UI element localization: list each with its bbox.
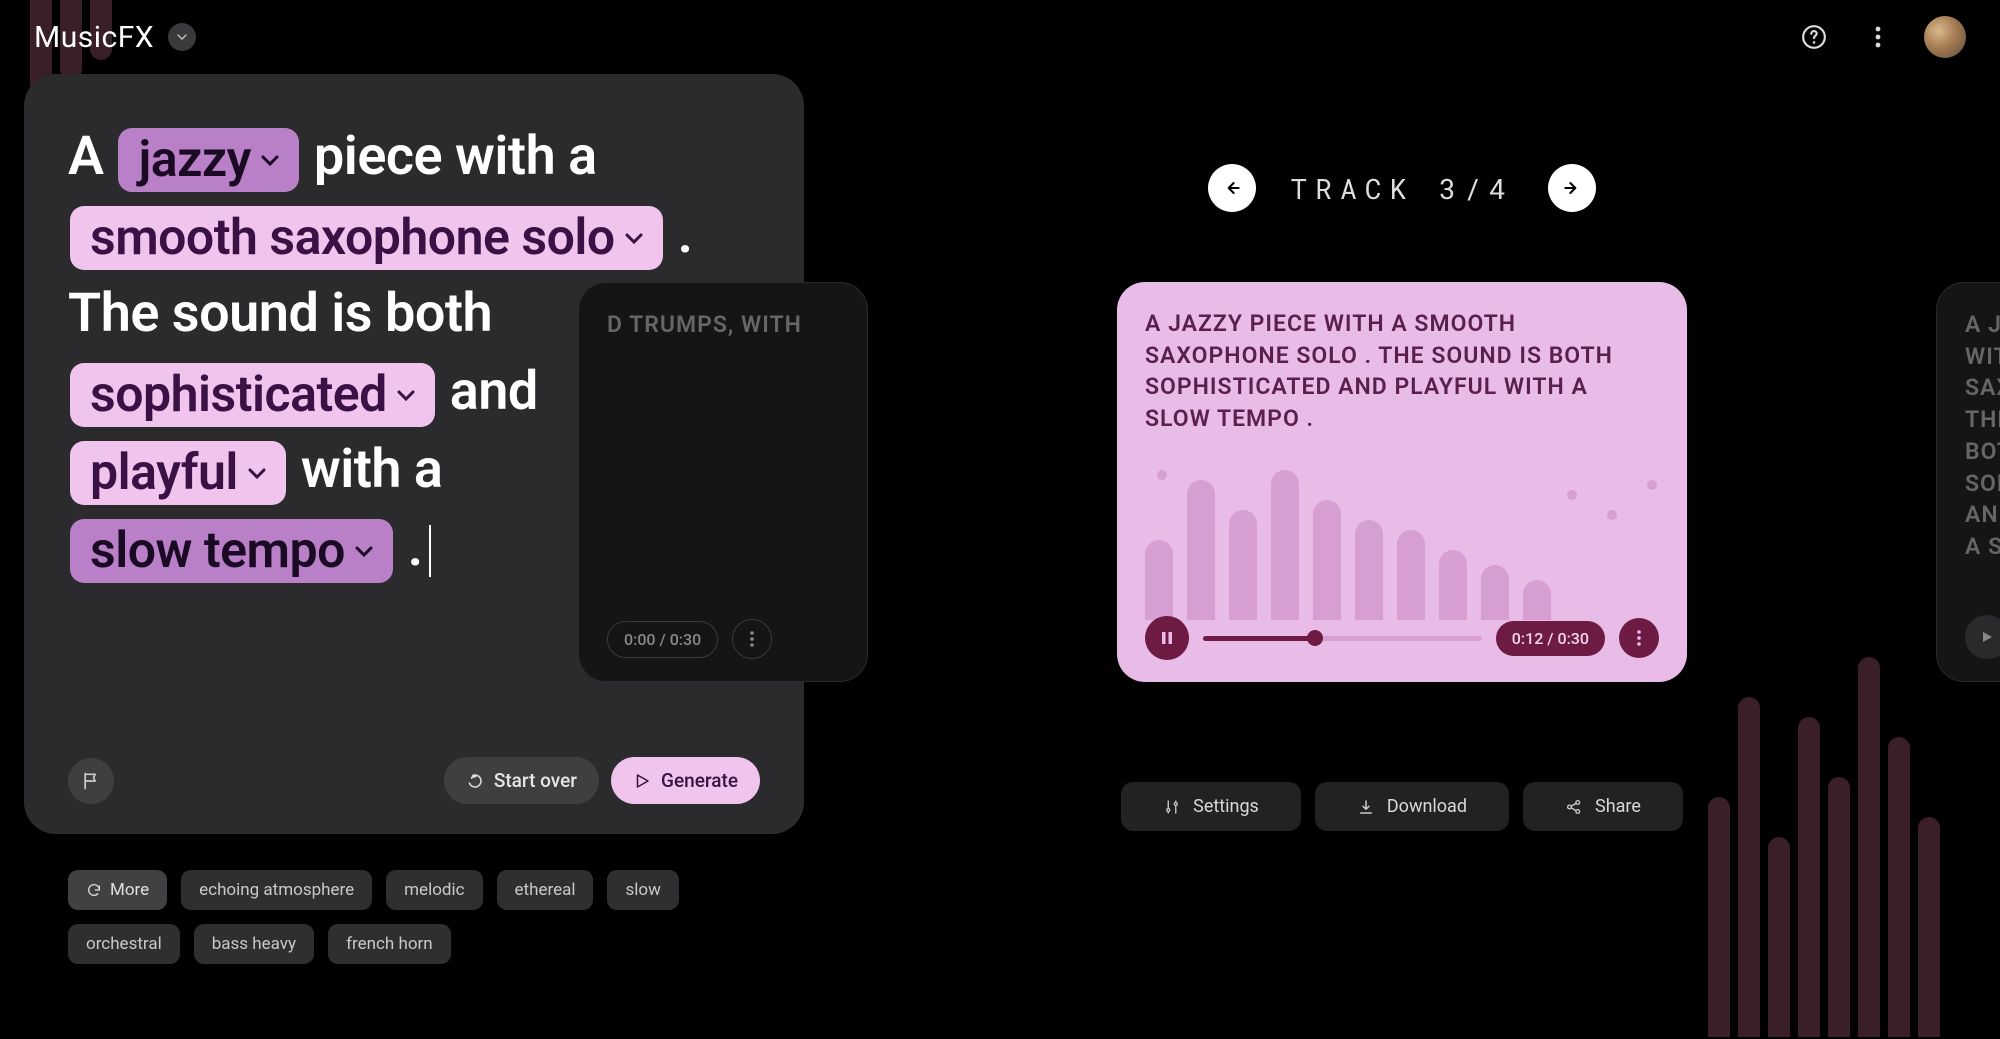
pause-icon [1159, 630, 1175, 646]
download-icon [1357, 798, 1375, 816]
share-button[interactable]: Share [1523, 782, 1683, 831]
track-card-active: A JAZZY PIECE WITH A SMOOTH SAXOPHONE SO… [1117, 282, 1687, 682]
prompt-chip[interactable]: sophisticated [70, 363, 435, 427]
prompt-chip-label: smooth saxophone solo [90, 208, 615, 268]
prompt-text-fragment: with a [288, 438, 455, 501]
share-label: Share [1595, 796, 1641, 817]
arrow-right-icon [1562, 178, 1582, 198]
chevron-down-icon [625, 232, 643, 244]
more-vertical-icon [750, 631, 754, 647]
refresh-icon [466, 772, 484, 790]
suggestion-tag[interactable]: melodic [386, 870, 482, 910]
text-cursor [429, 525, 431, 577]
track-description: A JAZZY PIECE WITH A SMOOTH SAXOPHONE SO… [1965, 309, 2000, 563]
suggestion-tag[interactable]: french horn [328, 924, 451, 964]
prompt-text-fragment: and [437, 360, 551, 423]
track-carousel: D TRUMPS, WITH 0:00 / 0:30 A JAZZY PIECE… [828, 282, 1976, 682]
flag-icon [81, 771, 101, 791]
track-counter: TRACK 3/4 [1290, 170, 1513, 207]
prompt-text-fragment: A [68, 125, 116, 188]
pause-button[interactable] [1145, 616, 1189, 660]
generate-icon [633, 772, 651, 790]
settings-label: Settings [1193, 796, 1259, 817]
more-vertical-icon [1637, 630, 1641, 646]
prompt-text-fragment: piece with a [301, 125, 610, 188]
chevron-down-icon [397, 389, 415, 401]
prev-track-button[interactable] [1208, 164, 1256, 212]
generate-label: Generate [661, 769, 738, 792]
suggestion-tag[interactable]: orchestral [68, 924, 180, 964]
share-icon [1565, 798, 1583, 816]
prompt-text-fragment: . [395, 516, 423, 579]
track-navigation: TRACK 3/4 [828, 164, 1976, 212]
prompt-chip[interactable]: slow tempo [70, 519, 393, 583]
prompt-chip[interactable]: jazzy [118, 128, 299, 192]
track-description: A JAZZY PIECE WITH A SMOOTH SAXOPHONE SO… [1145, 308, 1659, 435]
prompt-chip[interactable]: playful [70, 441, 286, 505]
track-description: D TRUMPS, WITH [607, 309, 839, 341]
track-time: 0:12 / 0:30 [1496, 621, 1605, 656]
help-icon [1801, 24, 1827, 50]
track-actions: Settings Download Share [828, 782, 1976, 831]
prompt-chip-label: jazzy [138, 130, 251, 190]
suggestion-tags: More echoing atmosphere melodic ethereal slo… [24, 870, 804, 964]
track-menu-button[interactable] [732, 619, 772, 659]
overflow-menu-button[interactable] [1860, 19, 1896, 55]
settings-button[interactable]: Settings [1121, 782, 1301, 831]
app-title: MusicFX [34, 20, 154, 55]
track-card-next[interactable]: A JAZZY PIECE WITH A SMOOTH SAXOPHONE SO… [1936, 282, 2000, 682]
download-label: Download [1387, 796, 1467, 817]
prompt-chip-label: sophisticated [90, 365, 387, 425]
chevron-down-icon [248, 467, 266, 479]
arrow-left-icon [1222, 178, 1242, 198]
more-tags-button[interactable]: More [68, 870, 167, 910]
help-button[interactable] [1796, 19, 1832, 55]
waveform-visual [1117, 460, 1687, 620]
refresh-icon [86, 882, 102, 898]
sliders-icon [1163, 798, 1181, 816]
play-button[interactable] [1965, 615, 2000, 659]
track-card-prev[interactable]: D TRUMPS, WITH 0:00 / 0:30 [578, 282, 868, 682]
chevron-down-icon [261, 154, 279, 166]
flag-button[interactable] [68, 758, 114, 804]
download-button[interactable]: Download [1315, 782, 1509, 831]
suggestion-tag[interactable]: slow [607, 870, 678, 910]
suggestion-tag[interactable]: bass heavy [194, 924, 314, 964]
user-avatar[interactable] [1924, 16, 1966, 58]
progress-bar[interactable] [1203, 636, 1482, 641]
more-vertical-icon [1875, 26, 1881, 48]
next-track-button[interactable] [1548, 164, 1596, 212]
track-time: 0:00 / 0:30 [607, 621, 718, 658]
track-menu-button[interactable] [1619, 618, 1659, 658]
app-switcher-dropdown[interactable] [168, 23, 196, 51]
start-over-label: Start over [494, 769, 577, 792]
start-over-button[interactable]: Start over [444, 757, 599, 804]
more-tags-label: More [110, 880, 149, 900]
suggestion-tag[interactable]: ethereal [497, 870, 594, 910]
prompt-chip[interactable]: smooth saxophone solo [70, 206, 663, 270]
suggestion-tag[interactable]: echoing atmosphere [181, 870, 372, 910]
chevron-down-icon [355, 545, 373, 557]
play-icon [1980, 630, 1994, 644]
prompt-chip-label: slow tempo [90, 521, 345, 581]
prompt-chip-label: playful [90, 443, 238, 503]
chevron-down-icon [177, 34, 187, 40]
generate-button[interactable]: Generate [611, 757, 760, 804]
app-header: MusicFX [0, 0, 2000, 74]
